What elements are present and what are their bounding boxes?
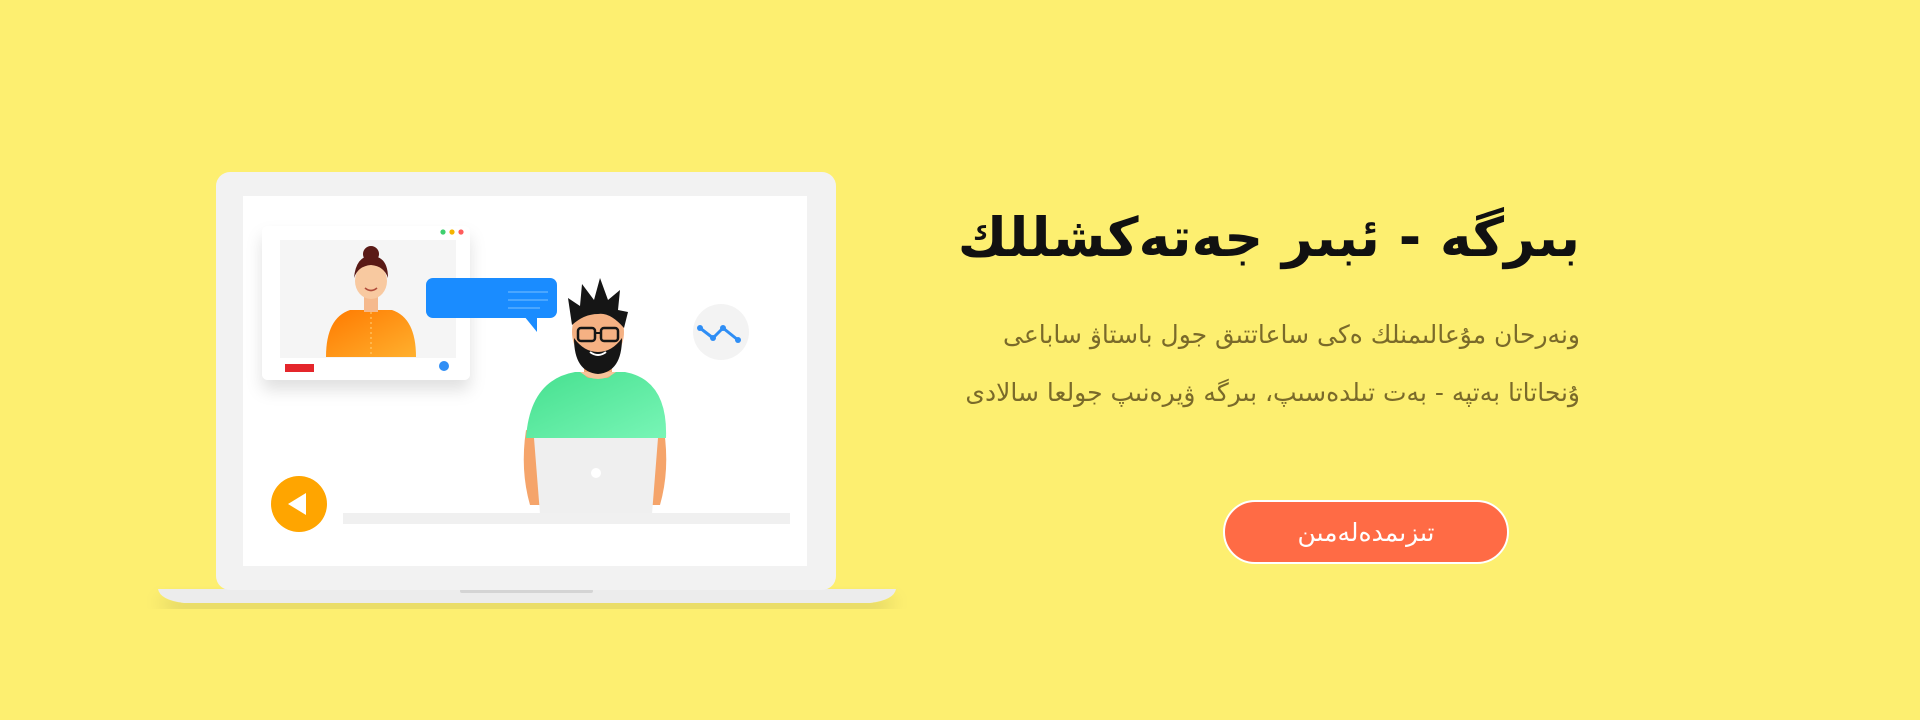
live-indicator — [285, 364, 314, 372]
hero-banner: بىرگە - ئبىر جەتەكشللك ونەرحان مۇعالىمنل… — [0, 0, 1920, 720]
student-avatar-icon — [523, 278, 667, 505]
teacher-avatar-icon — [326, 246, 416, 357]
teacher-video-card — [262, 226, 470, 380]
laptop-base — [158, 589, 896, 603]
chart-icon — [693, 304, 749, 360]
description-line-2: ۇنحاتاتا بەتپە - بەت تىلدەسىپ، بىرگە ۋير… — [965, 378, 1580, 407]
video-progress-bar — [343, 513, 790, 524]
laptop-lid — [216, 172, 836, 590]
register-button[interactable]: تىزىمدەلەمىن — [1223, 500, 1509, 564]
play-button-icon — [271, 476, 327, 532]
hero-title: بىرگە - ئبىر جەتەكشللك — [957, 206, 1580, 269]
status-dot — [439, 361, 449, 371]
hero-copy: بىرگە - ئبىر جەتەكشللك ونەرحان مۇعالىمنل… — [880, 196, 1580, 422]
description-line-1: ونەرحان مۇعالىمنلك ەكى ساعاتتىق جول باست… — [1003, 320, 1580, 349]
chat-bubble-icon — [426, 278, 557, 332]
laptop-screen — [243, 196, 807, 566]
hero-description: ونەرحان مۇعالىمنلك ەكى ساعاتتىق جول باست… — [880, 306, 1580, 422]
student-laptop-icon — [534, 438, 658, 514]
